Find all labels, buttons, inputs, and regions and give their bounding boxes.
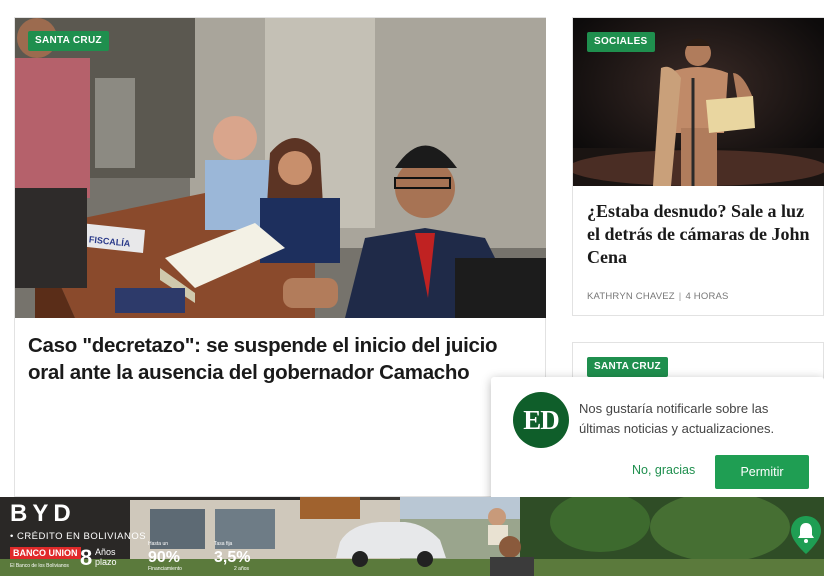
notification-permission-dialog: ED Nos gustaría notificarle sobre las úl… <box>491 377 824 503</box>
ad-years-value: 8 <box>80 545 93 570</box>
category-badge[interactable]: SANTA CRUZ <box>587 357 668 377</box>
ad-finance-label: Financiamiento <box>148 566 182 572</box>
ad-brand-logo: BYD <box>10 500 76 527</box>
main-article-title[interactable]: Caso "decretazo": se suspende el inicio … <box>28 332 538 386</box>
side-article-title[interactable]: ¿Estaba desnudo? Sale a luz el detrás de… <box>587 200 815 269</box>
decline-button[interactable]: No, gracias <box>632 463 695 477</box>
allow-button[interactable]: Permitir <box>715 455 809 489</box>
ad-bank-name: BANCO UNION <box>10 547 81 559</box>
courtroom-photo: FISCALÍA <box>15 18 546 318</box>
ad-credit-text: • CRÉDITO EN BOLIVIANOS <box>10 531 147 542</box>
notification-bell-button[interactable] <box>789 514 823 556</box>
article-byline: KATHRYN CHAVEZ | 4 HORAS <box>587 291 729 302</box>
ad-rate-label: 2 años <box>234 566 250 572</box>
byline-separator: | <box>678 291 682 302</box>
bell-icon <box>791 516 821 554</box>
main-article-image[interactable]: FISCALÍA <box>15 18 546 318</box>
category-badge[interactable]: SANTA CRUZ <box>28 31 109 51</box>
ad-finance-value: 90% <box>148 549 181 566</box>
ad-rate-top: Tasa fija <box>214 541 233 547</box>
main-article-card[interactable]: FISCALÍA SANTA CRUZ Caso "decretazo": se… <box>14 17 546 497</box>
ad-finance-top: Hasta un <box>148 541 169 547</box>
ad-banner[interactable]: BYD • CRÉDITO EN BOLIVIANOS BANCO UNION … <box>0 497 824 576</box>
time-ago: 4 HORAS <box>685 291 729 302</box>
ad-bank-sub: El Banco de los Bolivianos <box>10 563 69 569</box>
category-badge[interactable]: SOCIALES <box>587 32 655 52</box>
notification-message: Nos gustaría notificarle sobre las últim… <box>579 401 775 436</box>
side-article-card[interactable]: SOCIALES ¿Estaba desnudo? Sale a luz el … <box>572 17 824 316</box>
author-name[interactable]: KATHRYN CHAVEZ <box>587 291 675 302</box>
ad-rate-value: 3,5% <box>214 549 251 566</box>
ad-years-label-2: plazo <box>95 557 117 567</box>
site-logo: ED <box>513 392 569 448</box>
ad-years-label: Años <box>95 547 116 557</box>
